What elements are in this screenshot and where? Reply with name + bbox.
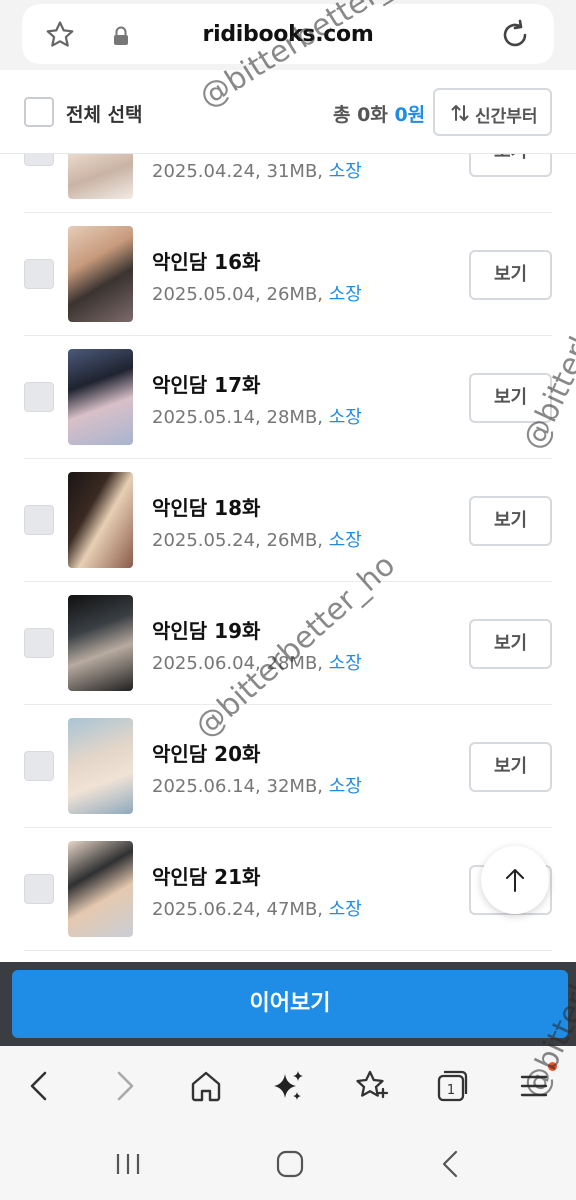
episode-owned-label: 소장 xyxy=(328,284,362,305)
episode-row[interactable]: 악인담 17화 2025.05.14, 28MB, 소장 보기 xyxy=(0,336,576,459)
total-count: 0화 xyxy=(357,104,388,126)
episode-checkbox[interactable] xyxy=(24,259,54,289)
system-nav-bar xyxy=(0,1128,576,1200)
episode-owned-label: 소장 xyxy=(328,653,362,674)
select-all-checkbox[interactable] xyxy=(24,97,54,127)
select-all-label[interactable]: 전체 선택 xyxy=(66,100,143,127)
episode-owned-label: 소장 xyxy=(328,776,362,797)
episode-meta: 2025.04.24, 31MB, 소장 xyxy=(152,157,362,183)
episode-meta: 2025.06.14, 32MB, 소장 xyxy=(152,772,362,798)
episode-owned-label: 소장 xyxy=(328,161,362,182)
arrow-up-icon xyxy=(506,869,524,892)
home-icon[interactable] xyxy=(186,1066,226,1106)
episode-date-size: 2025.05.04, 26MB, xyxy=(152,284,329,305)
episode-meta: 2025.05.04, 26MB, 소장 xyxy=(152,280,362,306)
episode-cover-image[interactable] xyxy=(68,349,133,445)
browser-top-bar: ridibooks.com xyxy=(0,0,576,70)
system-back-icon[interactable] xyxy=(432,1148,472,1180)
episode-cover-image[interactable] xyxy=(68,226,133,322)
back-icon[interactable] xyxy=(20,1066,60,1106)
episode-date-size: 2025.06.24, 47MB, xyxy=(152,899,329,920)
episode-owned-label: 소장 xyxy=(328,530,362,551)
episode-date-size: 2025.05.24, 26MB, xyxy=(152,530,329,551)
episode-checkbox[interactable] xyxy=(24,874,54,904)
episode-owned-label: 소장 xyxy=(328,899,362,920)
episode-date-size: 2025.05.14, 28MB, xyxy=(152,407,329,428)
address-bar[interactable]: ridibooks.com xyxy=(22,4,554,64)
recents-icon[interactable] xyxy=(108,1148,148,1180)
episode-title[interactable]: 악인담 20화 xyxy=(152,738,260,767)
episode-row[interactable]: 악인담 16화 2025.05.04, 26MB, 소장 보기 xyxy=(0,213,576,336)
episode-title[interactable]: 악인담 18화 xyxy=(152,492,260,521)
url-text[interactable]: ridibooks.com xyxy=(22,22,554,47)
episode-title[interactable]: 악인담 19화 xyxy=(152,615,260,644)
reload-icon[interactable] xyxy=(498,18,532,52)
episode-checkbox[interactable] xyxy=(24,751,54,781)
menu-icon[interactable] xyxy=(514,1066,554,1106)
tabs-icon[interactable]: 1 xyxy=(432,1066,472,1106)
episode-cover-image[interactable] xyxy=(68,472,133,568)
forward-icon[interactable] xyxy=(104,1066,144,1106)
view-button[interactable]: 보기 xyxy=(469,250,552,300)
episode-meta: 2025.06.04, 28MB, 소장 xyxy=(152,649,362,675)
total-price: 0원 xyxy=(394,104,426,126)
continue-bar: 이어보기 xyxy=(0,962,576,1046)
episode-title[interactable]: 악인담 21화 xyxy=(152,861,260,890)
episode-row[interactable]: 악인담 20화 2025.06.14, 32MB, 소장 보기 xyxy=(0,705,576,828)
scroll-top-button[interactable] xyxy=(481,846,549,914)
episode-cover-image[interactable] xyxy=(68,718,133,814)
sparkle-icon[interactable] xyxy=(268,1066,308,1106)
episode-owned-label: 소장 xyxy=(328,407,362,428)
view-button[interactable]: 보기 xyxy=(469,373,552,423)
episode-title[interactable]: 악인담 17화 xyxy=(152,369,260,398)
episode-date-size: 2025.04.24, 31MB, xyxy=(152,161,329,182)
episode-meta: 2025.05.14, 28MB, 소장 xyxy=(152,403,362,429)
menu-notification-badge xyxy=(548,1062,557,1071)
episode-meta: 2025.06.24, 47MB, 소장 xyxy=(152,895,362,921)
episode-cover-image[interactable] xyxy=(68,595,133,691)
episode-cover-image[interactable] xyxy=(68,841,133,937)
selection-bar: 전체 선택 총 0화 0원 신간부터 xyxy=(0,70,576,154)
episode-checkbox[interactable] xyxy=(24,382,54,412)
episode-row[interactable]: 악인담 19화 2025.06.04, 28MB, 소장 보기 xyxy=(0,582,576,705)
episode-checkbox[interactable] xyxy=(24,628,54,658)
episode-date-size: 2025.06.04, 28MB, xyxy=(152,653,329,674)
view-button[interactable]: 보기 xyxy=(469,742,552,792)
home-button-icon[interactable] xyxy=(270,1148,310,1180)
bookmark-add-icon[interactable] xyxy=(350,1066,390,1106)
sort-button[interactable]: 신간부터 xyxy=(433,88,552,136)
total-prefix: 총 xyxy=(333,104,358,126)
episode-checkbox[interactable] xyxy=(24,505,54,535)
tab-count: 1 xyxy=(447,1083,455,1098)
row-divider xyxy=(24,950,552,951)
view-button[interactable]: 보기 xyxy=(469,496,552,546)
episode-row[interactable]: 악인담 18화 2025.05.24, 26MB, 소장 보기 xyxy=(0,459,576,582)
sort-arrows-icon xyxy=(451,105,469,121)
episode-title[interactable]: 악인담 16화 xyxy=(152,246,260,275)
selection-total: 총 0화 0원 xyxy=(333,100,425,127)
episode-meta: 2025.05.24, 26MB, 소장 xyxy=(152,526,362,552)
sort-label: 신간부터 xyxy=(475,107,538,127)
browser-bottom-nav: 1 xyxy=(0,1046,576,1128)
view-button[interactable]: 보기 xyxy=(469,619,552,669)
episode-date-size: 2025.06.14, 32MB, xyxy=(152,776,329,797)
continue-reading-button[interactable]: 이어보기 xyxy=(12,970,568,1038)
